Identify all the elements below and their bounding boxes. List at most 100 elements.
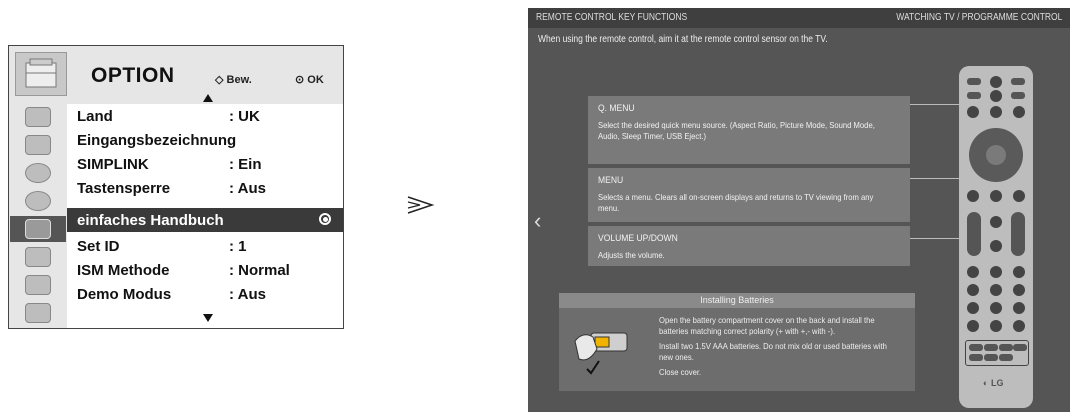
sidebar-usb-icon[interactable] — [10, 300, 66, 326]
info-title: VOLUME UP/DOWN — [598, 233, 678, 244]
row-value: : Aus — [229, 286, 266, 303]
row-value: : 1 — [229, 238, 247, 255]
av-mode-button-2[interactable] — [1013, 190, 1025, 202]
energy-button[interactable] — [967, 92, 981, 99]
text-key[interactable] — [969, 354, 983, 361]
option-row-set-id[interactable]: Set ID : 1 — [67, 234, 343, 258]
guide-header-right: WATCHING TV / PROGRAMME CONTROL — [895, 12, 1062, 23]
red-key[interactable] — [969, 344, 983, 351]
guide-header-left: REMOTE CONTROL KEY FUNCTIONS — [536, 12, 688, 23]
row-value: : UK — [229, 108, 260, 125]
channel-rocker[interactable] — [1011, 212, 1025, 256]
num-0-button[interactable] — [990, 320, 1002, 332]
battery-step-3: Close cover. — [659, 367, 702, 377]
scroll-up-icon[interactable] — [203, 94, 213, 102]
qmenu-info-box: Q. MENU Select the desired quick menu so… — [588, 96, 910, 164]
num-3-button[interactable] — [1013, 266, 1025, 278]
list-button[interactable] — [967, 320, 979, 332]
row-label: einfaches Handbuch — [77, 212, 224, 229]
guide-header: REMOTE CONTROL KEY FUNCTIONS WATCHING TV… — [528, 8, 1070, 28]
volume-rocker[interactable] — [967, 212, 981, 256]
power-button[interactable] — [990, 76, 1002, 88]
option-menu-panel: OPTION ◇ Bew. ⊙ OK Land : UK Eingangsbez… — [8, 45, 344, 329]
navigation-pad[interactable] — [969, 128, 1023, 182]
lg-logo-text: LG — [990, 378, 1004, 388]
info-button[interactable] — [990, 190, 1002, 202]
green-key[interactable] — [984, 344, 998, 351]
option-header-icon — [15, 52, 67, 96]
option-row-einfaches-handbuch[interactable]: einfaches Handbuch — [67, 208, 343, 232]
battery-step-2: Install two 1.5V AAA batteries. Do not m… — [659, 341, 887, 362]
option-row-eingangsbezeichnung[interactable]: Eingangsbezeichnung — [67, 128, 343, 152]
sidebar-time-icon[interactable] — [10, 188, 66, 214]
mute-button[interactable] — [990, 240, 1002, 252]
lg-logo-icon: ◐ — [983, 378, 989, 388]
ok-icon: ⊙ — [295, 74, 305, 86]
num-5-button[interactable] — [990, 284, 1002, 296]
tv-button[interactable] — [1011, 92, 1025, 99]
menu-button[interactable] — [990, 106, 1002, 118]
qview-button[interactable] — [1013, 320, 1025, 332]
guide-intro: When using the remote control, aim it at… — [538, 34, 828, 45]
battery-title: Installing Batteries — [700, 295, 774, 305]
av-mode-button[interactable] — [990, 90, 1002, 102]
option-row-ism-methode[interactable]: ISM Methode : Normal — [67, 258, 343, 282]
ok-hint-label: OK — [307, 74, 324, 86]
return-button[interactable] — [967, 190, 979, 202]
selected-radio-icon — [319, 213, 331, 225]
num-4-button[interactable] — [967, 284, 979, 296]
battery-step-1: Open the battery compartment cover on th… — [659, 315, 875, 336]
row-label: Land — [77, 108, 113, 125]
ok-hint: ⊙ OK — [295, 73, 324, 86]
nav-hint-label: Bew. — [226, 74, 252, 86]
row-value: : Normal — [229, 262, 290, 279]
row-label: Demo Modus — [77, 286, 172, 303]
row-label: ISM Methode — [77, 262, 170, 279]
scroll-down-icon[interactable] — [203, 314, 213, 322]
row-label: Set ID — [77, 238, 120, 255]
num-7-button[interactable] — [967, 302, 979, 314]
num-6-button[interactable] — [1013, 284, 1025, 296]
transition-arrow-icon — [407, 196, 435, 214]
sidebar-input-icon[interactable] — [10, 272, 66, 298]
menu-info-box: MENU Selects a menu. Clears all on-scree… — [588, 168, 910, 222]
battery-hand-icon — [574, 332, 628, 375]
sidebar-audio-icon[interactable] — [10, 160, 66, 186]
row-label: Tastensperre — [77, 180, 171, 197]
qmenu-button[interactable] — [967, 106, 979, 118]
sidebar-option-icon[interactable] — [10, 216, 66, 242]
yellow-key[interactable] — [999, 344, 1013, 351]
num-2-button[interactable] — [990, 266, 1002, 278]
battery-install-box: Installing Batteries Open the battery co… — [559, 293, 915, 391]
menu-sidebar — [10, 104, 66, 328]
num-1-button[interactable] — [967, 266, 979, 278]
info-desc: Adjusts the volume. — [598, 250, 665, 260]
ok-button[interactable] — [986, 145, 1006, 165]
option-row-simplink[interactable]: SIMPLINK : Ein — [67, 152, 343, 176]
row-value: : Ein — [229, 156, 262, 173]
row-label: Eingangsbezeichnung — [77, 132, 237, 149]
sidebar-display-icon[interactable] — [10, 132, 66, 158]
option-row-land[interactable]: Land : UK — [67, 104, 343, 128]
fav-button[interactable] — [990, 216, 1002, 228]
tv-rad-button[interactable] — [967, 78, 981, 85]
remote-guide-screen: REMOTE CONTROL KEY FUNCTIONS WATCHING TV… — [528, 8, 1070, 412]
subtitle-key[interactable] — [999, 354, 1013, 361]
blue-key[interactable] — [1013, 344, 1027, 351]
num-8-button[interactable] — [990, 302, 1002, 314]
previous-page-chevron-icon[interactable]: ‹ — [534, 208, 541, 234]
lg-logo: ◐ LG — [983, 378, 1003, 388]
option-row-tastensperre[interactable]: Tastensperre : Aus — [67, 176, 343, 200]
guide-button[interactable] — [1013, 106, 1025, 118]
color-keys-group — [965, 340, 1029, 366]
num-9-button[interactable] — [1013, 302, 1025, 314]
input-button[interactable] — [1011, 78, 1025, 85]
row-value: : Aus — [229, 180, 266, 197]
option-row-demo-modus[interactable]: Demo Modus : Aus — [67, 282, 343, 306]
info-title: MENU — [598, 175, 624, 186]
sidebar-picture-icon[interactable] — [10, 104, 66, 130]
sidebar-lock-icon[interactable] — [10, 244, 66, 270]
topt-key[interactable] — [984, 354, 998, 361]
remote-control-illustration: ◐ LG — [959, 66, 1033, 408]
info-title: Q. MENU — [598, 103, 635, 114]
